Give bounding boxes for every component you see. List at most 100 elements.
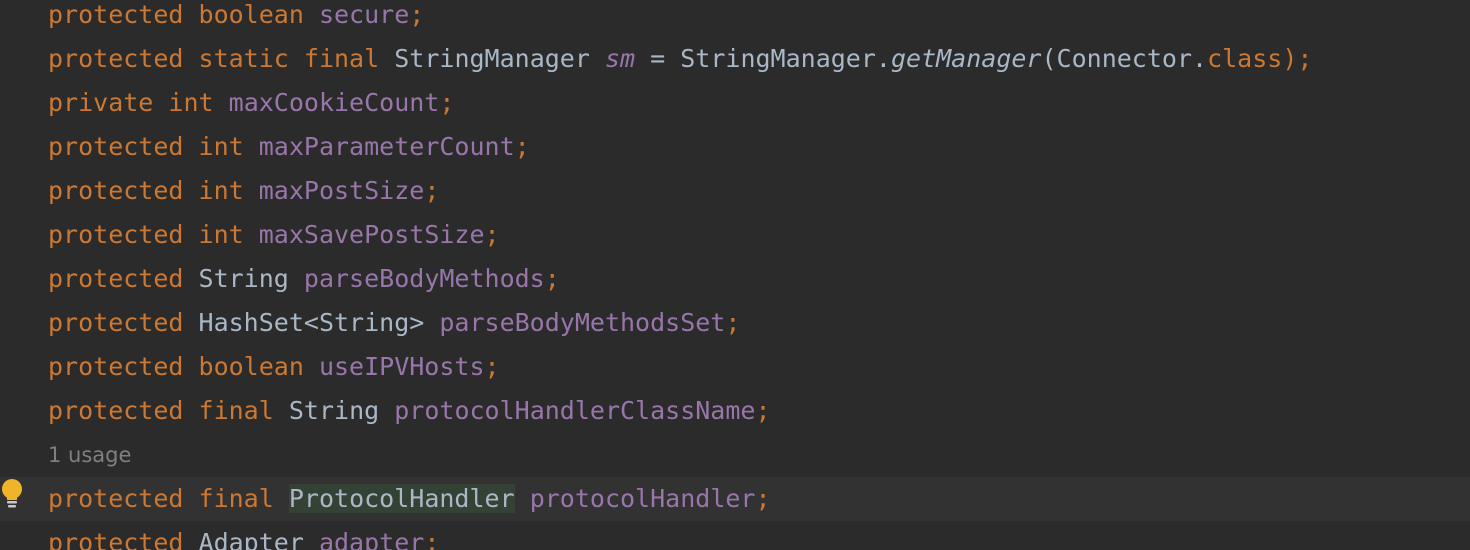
intention-bulb-icon[interactable] — [0, 478, 24, 510]
code-token: final — [198, 484, 274, 513]
code-token: ; — [484, 352, 500, 381]
code-token: ); — [1282, 44, 1313, 73]
code-token: String — [288, 396, 380, 425]
code-token: secure — [318, 0, 410, 29]
code-token: Adapter — [198, 528, 304, 550]
code-token: boolean — [198, 0, 304, 29]
code-line-text: protected String parseBodyMethods; — [48, 257, 560, 301]
code-token: useIPVHosts — [318, 352, 485, 381]
code-line-text: protected final ProtocolHandler protocol… — [48, 477, 771, 521]
code-line-text: private int maxCookieCount; — [48, 81, 454, 125]
code-token: ; — [755, 396, 771, 425]
code-token: private — [48, 88, 154, 117]
code-line[interactable]: protected int maxPostSize; — [0, 169, 1470, 213]
code-line-text: protected int maxPostSize; — [48, 169, 439, 213]
code-line-text: protected HashSet<String> parseBodyMetho… — [48, 301, 740, 345]
code-line[interactable]: private int maxCookieCount; — [0, 81, 1470, 125]
code-token: ; — [544, 264, 560, 293]
code-token: maxCookieCount — [228, 88, 440, 117]
code-token: parseBodyMethods — [303, 264, 545, 293]
code-token: StringManager — [680, 44, 876, 73]
code-token: ; — [424, 176, 440, 205]
code-line-text: protected int maxSavePostSize; — [48, 213, 500, 257]
code-token: protected — [48, 176, 184, 205]
code-token: int — [198, 220, 244, 249]
code-line[interactable]: protected int maxSavePostSize; — [0, 213, 1470, 257]
code-token: protocolHandler — [529, 484, 756, 513]
code-token: Connector — [1056, 44, 1193, 73]
code-token: static — [198, 44, 289, 73]
code-token: ; — [424, 528, 440, 550]
code-token: protected — [48, 484, 184, 513]
code-line[interactable]: protected static final StringManager sm … — [0, 37, 1470, 81]
code-token: int — [198, 176, 244, 205]
code-token: parseBodyMethodsSet — [439, 308, 726, 337]
code-token: protected — [48, 220, 184, 249]
code-token: HashSet<String> — [198, 308, 425, 337]
code-token: ( — [1041, 44, 1057, 73]
code-token: sm — [604, 44, 636, 73]
code-line[interactable]: protected boolean useIPVHosts; — [0, 345, 1470, 389]
code-token: boolean — [198, 352, 304, 381]
code-editor[interactable]: protected boolean secure; protected stat… — [0, 0, 1470, 550]
code-token: protected — [48, 44, 184, 73]
code-token: protected — [48, 528, 184, 550]
code-line-current[interactable]: protected final ProtocolHandler protocol… — [0, 477, 1470, 521]
code-token: maxParameterCount — [258, 132, 515, 161]
code-token: ; — [725, 308, 741, 337]
code-line-text: protected final String protocolHandlerCl… — [48, 389, 771, 433]
code-token: protected — [48, 352, 184, 381]
code-token: String — [198, 264, 289, 293]
code-line[interactable]: protected int maxParameterCount; — [0, 125, 1470, 169]
code-line[interactable]: protected String parseBodyMethods; — [0, 257, 1470, 301]
code-token: maxSavePostSize — [258, 220, 485, 249]
code-line[interactable]: protected final String protocolHandlerCl… — [0, 389, 1470, 433]
code-token: ; — [484, 220, 500, 249]
code-token: StringManager — [394, 44, 590, 73]
code-token: int — [198, 132, 244, 161]
code-token: int — [168, 88, 214, 117]
code-token: protected — [48, 308, 184, 337]
code-token: protocolHandlerClassName — [394, 396, 756, 425]
code-token: ProtocolHandler — [288, 484, 515, 513]
code-line[interactable]: protected boolean secure; — [0, 0, 1470, 37]
code-line[interactable]: protected HashSet<String> parseBodyMetho… — [0, 301, 1470, 345]
code-token: ; — [439, 88, 455, 117]
code-line-text: protected boolean useIPVHosts; — [48, 345, 500, 389]
code-token: ; — [755, 484, 771, 513]
usage-count-hint[interactable]: 1 usage — [48, 437, 131, 473]
code-token: = — [635, 44, 681, 73]
code-token: getManager — [890, 44, 1042, 73]
code-token: protected — [48, 264, 184, 293]
code-line-text: protected boolean secure; — [48, 0, 424, 37]
code-token: protected — [48, 0, 184, 29]
code-token: class — [1207, 44, 1283, 73]
code-token: final — [198, 396, 274, 425]
code-line[interactable]: protected Adapter adapter; — [0, 521, 1470, 550]
code-line-text: protected static final StringManager sm … — [48, 37, 1312, 81]
